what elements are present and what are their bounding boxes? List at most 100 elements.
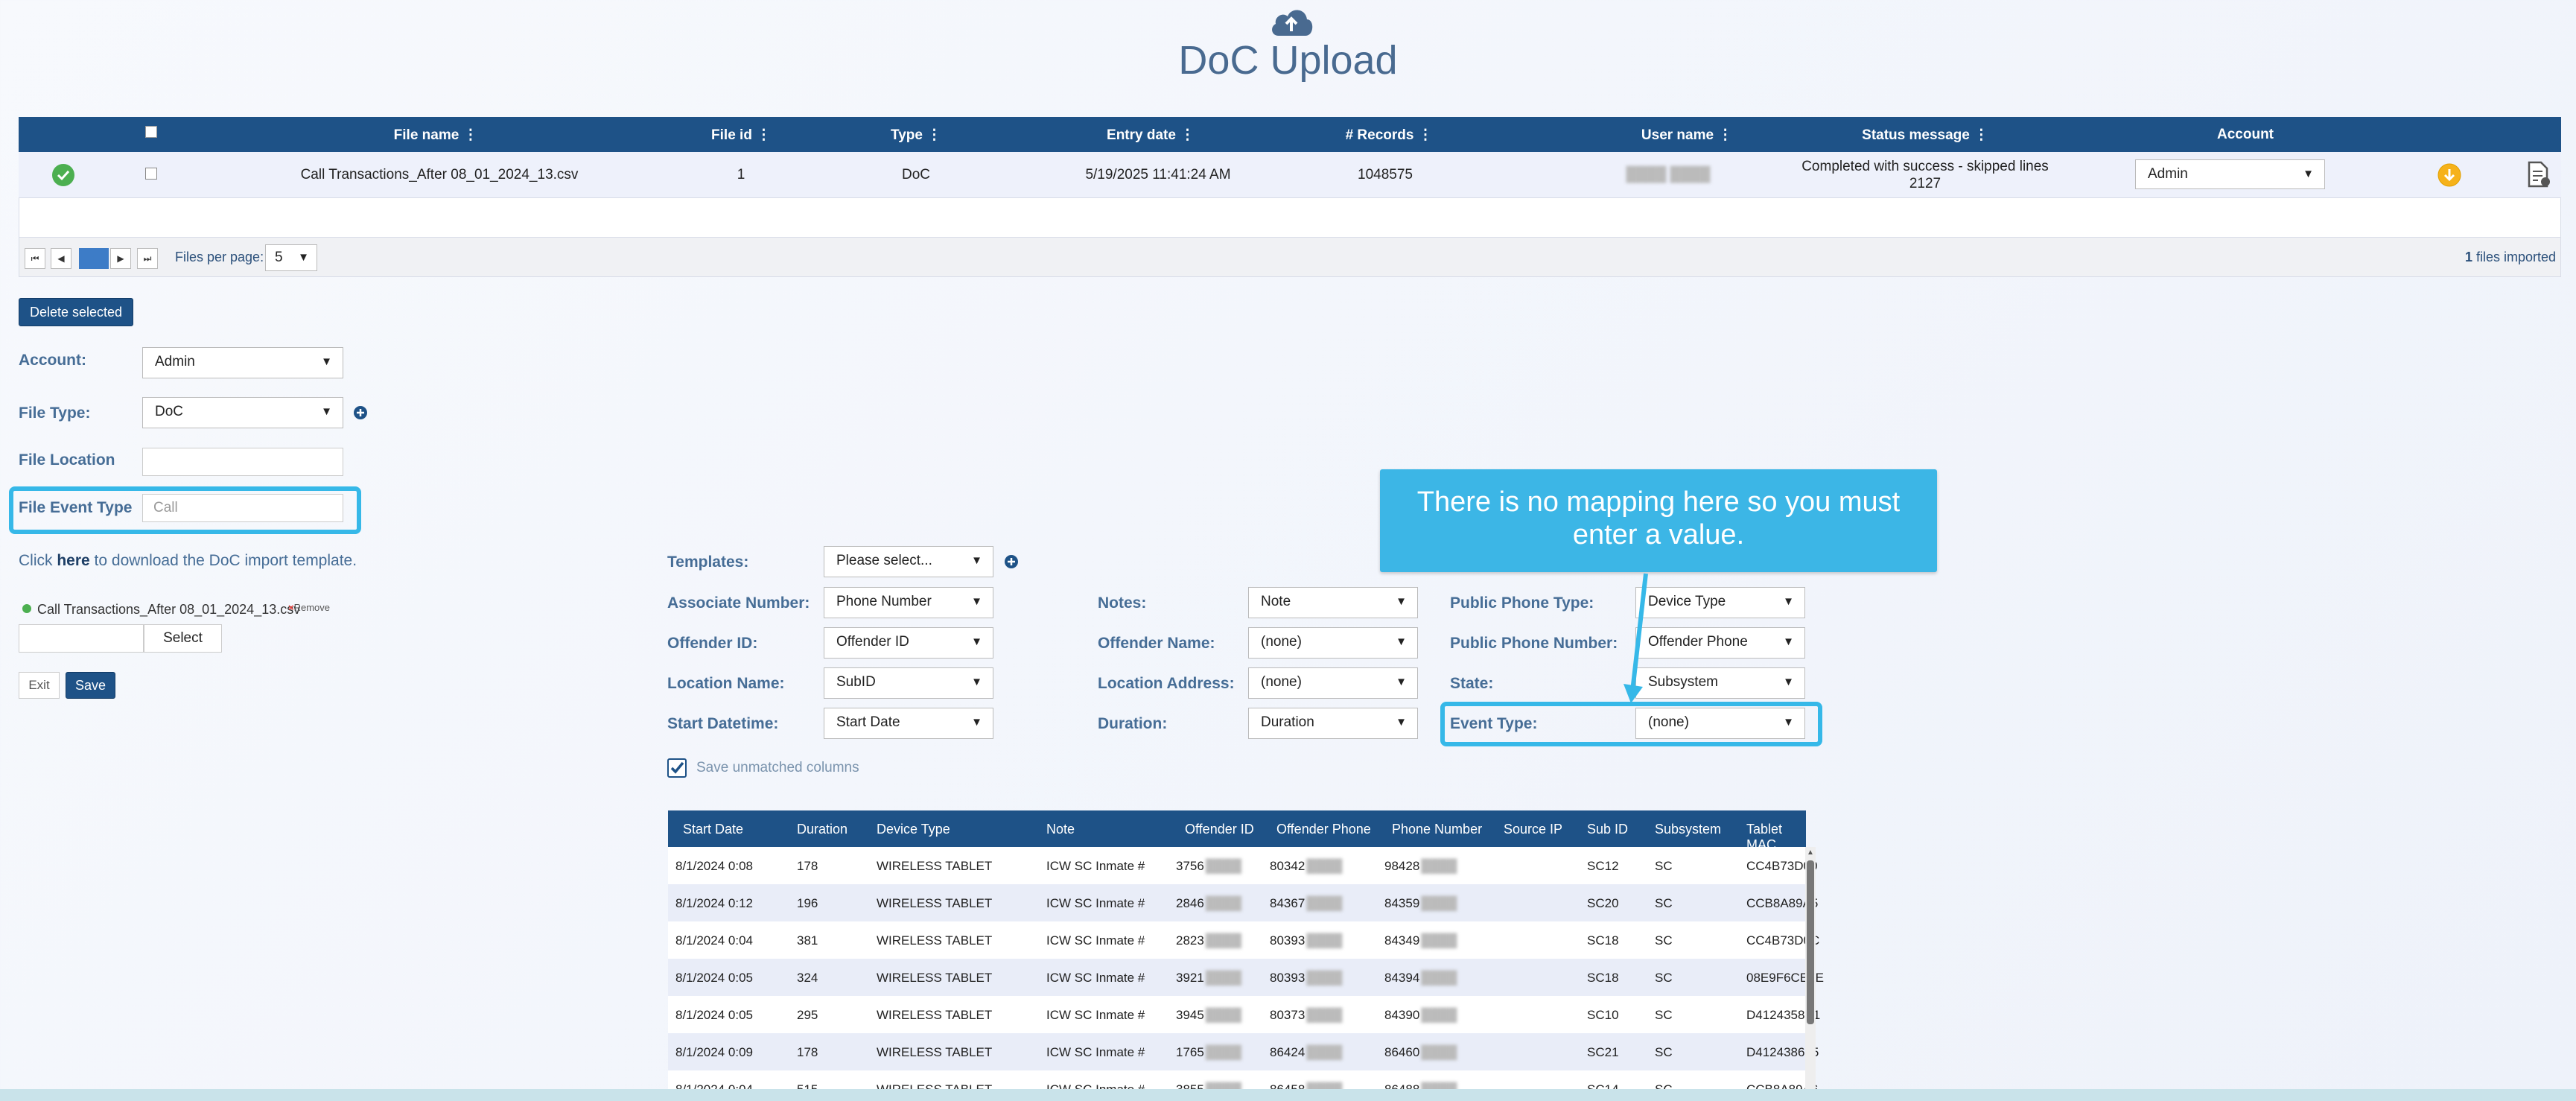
event-type-select[interactable]: (none) ▼ bbox=[1635, 708, 1805, 739]
table-cell: 8/1/2024 0:05 bbox=[675, 971, 753, 985]
table-cell: 8/1/2024 0:08 bbox=[675, 859, 753, 873]
table-row: 8/1/2024 0:04 381 WIRELESS TABLET ICW SC In… bbox=[668, 921, 1819, 959]
table-cell: 84359 ████ bbox=[1384, 896, 1457, 910]
files-per-page-select[interactable]: 5 ▼ bbox=[265, 244, 317, 271]
column-menu-icon: ⋮ bbox=[1718, 127, 1733, 143]
table-cell: SC bbox=[1655, 933, 1673, 948]
col-entry-date[interactable]: Entry date ⋮ bbox=[1091, 127, 1210, 144]
file-event-type-input[interactable]: Call bbox=[142, 494, 343, 522]
select-all-checkbox[interactable] bbox=[145, 126, 157, 142]
redacted-mask: ████ bbox=[1306, 1008, 1343, 1022]
file-settings-icon[interactable] bbox=[2526, 161, 2551, 192]
col-file-name[interactable]: File name ⋮ bbox=[376, 127, 495, 144]
table-cell: 3921 ████ bbox=[1176, 971, 1242, 985]
select-file-button[interactable]: Select bbox=[144, 624, 222, 653]
start-datetime-select[interactable]: Start Date ▼ bbox=[824, 708, 993, 739]
preview-scrollbar[interactable]: ▲ bbox=[1805, 847, 1816, 1101]
duration-select[interactable]: Duration ▼ bbox=[1248, 708, 1418, 739]
offender-id-select[interactable]: Offender ID ▼ bbox=[824, 627, 993, 659]
last-page-button[interactable]: ⏭ bbox=[137, 248, 158, 269]
templates-select[interactable]: Please select... ▼ bbox=[824, 546, 993, 577]
file-type-select[interactable]: DoC ▼ bbox=[142, 397, 343, 428]
column-menu-icon: ⋮ bbox=[756, 127, 771, 143]
table-cell: SC18 bbox=[1587, 933, 1619, 948]
table-row[interactable]: Call Transactions_After 08_01_2024_13.cs… bbox=[19, 152, 2561, 198]
table-cell: 8/1/2024 0:04 bbox=[675, 933, 753, 948]
add-file-type-icon[interactable] bbox=[353, 405, 368, 425]
offender-name-select[interactable]: (none) ▼ bbox=[1248, 627, 1418, 659]
file-location-input[interactable] bbox=[142, 448, 343, 476]
redacted-mask: ████ bbox=[1306, 933, 1343, 948]
next-page-button[interactable]: ▶ bbox=[110, 248, 131, 269]
notes-select[interactable]: Note ▼ bbox=[1248, 587, 1418, 618]
add-template-icon[interactable] bbox=[1004, 554, 1019, 574]
redacted-mask: ████ bbox=[1421, 1045, 1457, 1059]
table-cell: 86424 ████ bbox=[1270, 1045, 1343, 1059]
scrollbar-thumb[interactable] bbox=[1807, 860, 1814, 1024]
templates-label: Templates: bbox=[667, 553, 749, 571]
download-icon[interactable] bbox=[2437, 162, 2462, 192]
table-cell: ICW SC Inmate # bbox=[1046, 971, 1145, 985]
location-name-select[interactable]: SubID ▼ bbox=[824, 667, 993, 699]
table-cell: 178 bbox=[797, 859, 818, 873]
table-cell: 1765 ████ bbox=[1176, 1045, 1242, 1059]
col-records[interactable]: # Records ⋮ bbox=[1337, 127, 1441, 144]
page-1-button[interactable]: 1 bbox=[79, 248, 109, 269]
table-cell: 8/1/2024 0:09 bbox=[675, 1045, 753, 1059]
table-cell: WIRELESS TABLET bbox=[877, 1045, 993, 1059]
first-page-button[interactable]: ⏮ bbox=[25, 248, 45, 269]
redacted-mask: ████ bbox=[1306, 971, 1343, 985]
redacted-mask: ████ bbox=[1421, 859, 1457, 873]
redacted-mask: ████ bbox=[1205, 933, 1242, 948]
save-unmatched-checkbox[interactable] bbox=[667, 758, 687, 778]
redacted-mask: ████ bbox=[1421, 896, 1457, 910]
file-path-input[interactable] bbox=[19, 624, 144, 653]
files-per-page-label: Files per page: bbox=[175, 250, 264, 264]
prev-page-button[interactable]: ◀ bbox=[51, 248, 71, 269]
associate-number-select[interactable]: Phone Number ▼ bbox=[824, 587, 993, 618]
scroll-up-icon[interactable]: ▲ bbox=[1807, 848, 1814, 857]
table-cell: 178 bbox=[797, 1045, 818, 1059]
files-grid-header: File name ⋮ File id ⋮ Type ⋮ Entry date ⋮ # … bbox=[19, 117, 2561, 152]
col-type[interactable]: Type ⋮ bbox=[882, 127, 950, 144]
delete-selected-button[interactable]: Delete selected bbox=[19, 298, 133, 326]
table-cell: 98428 ████ bbox=[1384, 859, 1457, 873]
col-status-message[interactable]: Status message ⋮ bbox=[1843, 127, 2007, 144]
exit-button[interactable]: Exit bbox=[19, 672, 60, 699]
table-cell: ICW SC Inmate # bbox=[1046, 1008, 1145, 1022]
location-name-label: Location Name: bbox=[667, 675, 785, 692]
col-account: Account bbox=[2217, 127, 2274, 142]
annotation-callout: There is no mapping here so you must ente… bbox=[1380, 469, 1937, 572]
remove-file-link[interactable]: ×Remove bbox=[288, 602, 330, 613]
associate-number-label: Associate Number: bbox=[667, 594, 810, 612]
table-row: 8/1/2024 0:05 324 WIRELESS TABLET ICW SC In… bbox=[668, 959, 1824, 996]
table-cell: SC bbox=[1655, 896, 1673, 910]
table-cell: 84394 ████ bbox=[1384, 971, 1457, 985]
preview-col-subsystem: Subsystem bbox=[1655, 822, 1722, 837]
col-user-name[interactable]: User name ⋮ bbox=[1631, 127, 1743, 144]
table-cell: 2846 ████ bbox=[1176, 896, 1242, 910]
save-button[interactable]: Save bbox=[66, 672, 115, 699]
account-select[interactable]: Admin ▼ bbox=[142, 347, 343, 378]
table-cell: SC10 bbox=[1587, 1008, 1619, 1022]
row-checkbox[interactable] bbox=[145, 168, 157, 184]
table-cell: SC bbox=[1655, 1045, 1673, 1059]
table-cell: WIRELESS TABLET bbox=[877, 859, 993, 873]
redacted-mask: ████ bbox=[1205, 859, 1242, 873]
page-title: DoC Upload bbox=[1178, 38, 1398, 83]
location-address-select[interactable]: (none) ▼ bbox=[1248, 667, 1418, 699]
row-account-select[interactable]: Admin ▼ bbox=[2135, 159, 2325, 189]
public-phone-type-label: Public Phone Type: bbox=[1450, 594, 1594, 612]
download-template-link[interactable]: here bbox=[57, 552, 89, 569]
grid-empty-area bbox=[19, 198, 2561, 237]
callout-arrow-icon bbox=[1623, 573, 1648, 703]
table-cell: WIRELESS TABLET bbox=[877, 933, 993, 948]
col-file-id[interactable]: File id ⋮ bbox=[696, 127, 786, 144]
table-cell: SC12 bbox=[1587, 859, 1619, 873]
table-cell: 80373 ████ bbox=[1270, 1008, 1343, 1022]
table-cell: 196 bbox=[797, 896, 818, 910]
preview-col-start-date: Start Date bbox=[683, 822, 744, 837]
preview-col-offender-id: Offender ID bbox=[1185, 822, 1254, 837]
table-row: 8/1/2024 0:09 178 WIRELESS TABLET ICW SC In… bbox=[668, 1033, 1819, 1070]
column-menu-icon: ⋮ bbox=[1974, 127, 1988, 143]
